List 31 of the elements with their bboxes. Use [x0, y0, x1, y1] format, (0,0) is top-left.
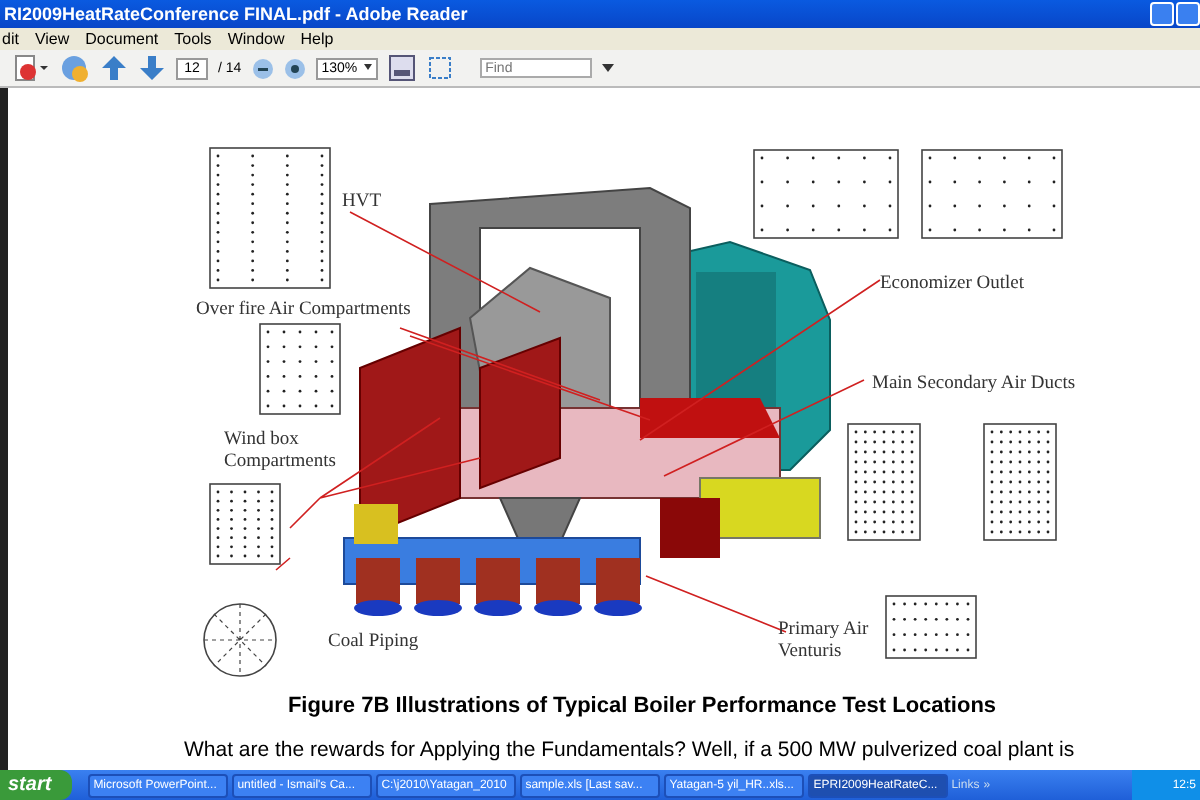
- figure-label: Primary Air Venturis: [778, 620, 871, 664]
- figure-label: Economizer Outlet: [880, 274, 1027, 296]
- grid-diagram: [847, 423, 921, 541]
- menu-item[interactable]: dit: [2, 30, 19, 48]
- figure-label: Over fire Air Compartments: [196, 300, 413, 322]
- menu-item[interactable]: Document: [85, 30, 159, 48]
- grid-diagram: [885, 595, 977, 659]
- pipe-diagram: [203, 603, 277, 677]
- grid-diagram: [259, 323, 341, 415]
- up-arrow-icon[interactable]: [100, 54, 128, 82]
- window-title: RI2009HeatRateConference FINAL.pdf - Adobe Reader: [4, 4, 468, 24]
- menu-item[interactable]: View: [34, 30, 70, 48]
- document-icon[interactable]: [12, 54, 48, 82]
- grid-diagram: [209, 147, 331, 289]
- down-arrow-icon[interactable]: [138, 54, 166, 82]
- grid-diagram: [921, 149, 1063, 239]
- start-button[interactable]: start: [0, 770, 72, 800]
- page-layout-icon[interactable]: [387, 54, 416, 82]
- caret-icon[interactable]: [601, 64, 614, 72]
- menu-item[interactable]: Window: [227, 30, 285, 48]
- figure-label: HVT: [342, 192, 384, 214]
- grid-diagram: [983, 423, 1057, 541]
- menu-item[interactable]: Help: [300, 30, 334, 48]
- menu-item[interactable]: Tools: [174, 30, 212, 48]
- figure-label: Wind box Compartments: [224, 430, 338, 474]
- grid-diagram: [209, 483, 281, 565]
- zoom-out-icon[interactable]: [251, 57, 274, 79]
- fit-page-icon[interactable]: [425, 54, 454, 82]
- body-text: What are the rewards for Applying the Fundamentals? Well, if a 500 MW pulverized coal plant is: [184, 738, 1077, 762]
- figure-caption: Figure 7B Illustrations of Typical Boiler Performance Test Locations: [285, 694, 999, 718]
- figure-label: Main Secondary Air Ducts: [872, 374, 1078, 396]
